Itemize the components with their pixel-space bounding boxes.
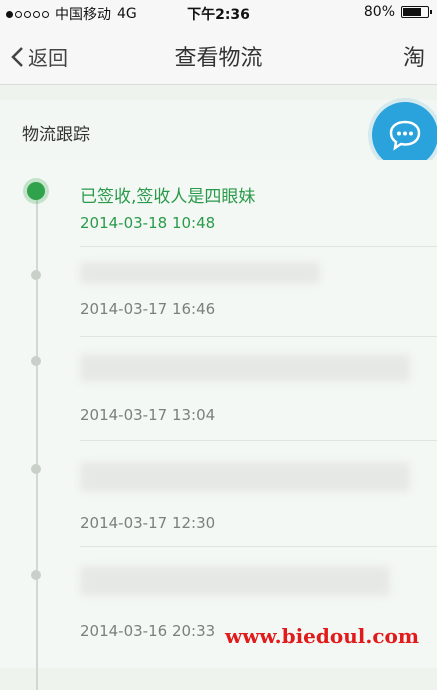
event-time: 2014-03-17 12:30 xyxy=(80,514,216,532)
status-bar: 中国移动 4G 下午2:36 80% xyxy=(0,0,437,26)
event-time: 2014-03-18 10:48 xyxy=(80,214,216,232)
status-dot xyxy=(31,356,41,366)
nav-bar: 返回 查看物流 淘 xyxy=(0,26,437,85)
redacted-text xyxy=(80,262,320,284)
divider xyxy=(80,336,437,337)
divider xyxy=(80,546,437,547)
event-time: 2014-03-16 20:33 xyxy=(80,622,216,640)
status-right: 80% xyxy=(363,4,432,20)
status-dot xyxy=(31,270,41,280)
event-text: 已签收,签收人是四眼妹 xyxy=(80,187,256,207)
status-dot-active xyxy=(27,182,45,200)
chat-bubble-icon xyxy=(389,120,421,151)
taobao-button[interactable]: 淘 xyxy=(403,40,425,72)
status-dot xyxy=(31,464,41,474)
page-title: 查看物流 xyxy=(174,46,263,71)
event-time: 2014-03-17 16:46 xyxy=(80,300,216,318)
battery-icon xyxy=(401,6,432,18)
chat-button[interactable] xyxy=(372,102,437,168)
battery-percent: 80% xyxy=(363,4,395,20)
redacted-text xyxy=(80,354,410,382)
divider xyxy=(80,440,437,441)
redacted-text xyxy=(80,462,410,492)
divider xyxy=(80,246,437,247)
tracking-header-label: 物流跟踪 xyxy=(22,125,90,145)
timeline-rail xyxy=(36,190,38,690)
redacted-text xyxy=(80,566,390,596)
tracking-timeline: 已签收,签收人是四眼妹 2014-03-18 10:48 2014-03-17 … xyxy=(0,160,437,690)
event-time: 2014-03-17 13:04 xyxy=(80,406,216,424)
watermark: www.biedoul.com xyxy=(225,624,420,648)
status-dot xyxy=(31,570,41,580)
